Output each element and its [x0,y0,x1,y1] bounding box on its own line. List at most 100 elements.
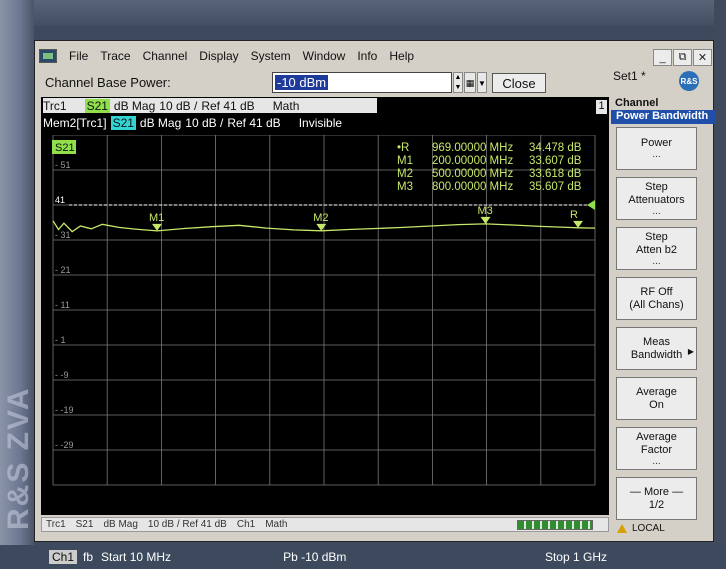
softkey-line2: Attenuators [628,193,685,206]
entry-label: Channel Base Power: [45,75,171,90]
softkey-button-6[interactable]: Average On [616,377,697,420]
trace-param-badge: S21 [84,98,110,113]
trace-scale: 10 dB / [159,98,198,113]
start-freq[interactable]: Start 10 MHz [101,550,171,564]
trace-display[interactable]: Trc1 S21 dB Mag 10 dB / Ref 41 dB Math M… [41,97,609,564]
marker-label-m3: M3 [478,205,493,217]
status-trace: Trc1 [46,519,66,530]
plot-grid [52,135,596,486]
trace-name: Mem2[Trc1] [43,115,107,130]
softkey-line2: Bandwidth [630,348,683,361]
marker-info-table: •R 969.00000 MHz 34.478 dB M1 200.00000 MHz 3… [397,142,582,193]
y-tick-label: - 11 [55,300,70,310]
channel-number-badge: 1 [596,100,607,114]
softkey-line2: (All Chans) [629,298,684,311]
status-format: dB Mag [103,519,138,530]
trace-mode: Math [272,98,300,113]
marker-info-freq: 969.00000 MHz [432,142,513,154]
active-trace-label: S21 [55,142,75,154]
softkey-line1: Step [645,180,668,193]
restore-button[interactable]: ⧉ [673,49,692,66]
close-entry-button[interactable]: Close [492,73,546,93]
softkey-dots: ... [652,255,661,267]
softkey-line1: — More — [629,485,684,498]
softkey-line1: Average [636,385,677,398]
dropdown-arrow-icon[interactable]: ▼ [477,72,487,93]
softkey-button-4[interactable]: RF Off (All Chans) [616,277,697,320]
softkey-header: Channel [615,97,659,109]
y-tick-label: - 51 [55,160,71,170]
softkey-line1: Average [636,430,677,443]
marker-triangle-m1 [152,223,163,231]
softkey-line1: Step [645,230,668,243]
y-tick-label: - 31 [55,230,71,240]
trace-ref: Ref 41 dB [227,115,281,130]
marker-triangle-m2 [316,223,327,231]
trace-list-item-mem2[interactable]: Mem2[Trc1] S21 dB Mag 10 dB / Ref 41 dB … [43,115,347,130]
bezel-left: R&S ZVA [0,0,35,545]
keypad-icon[interactable]: ▦ [464,72,476,93]
marker-info-freq: 200.00000 MHz [432,155,513,167]
menu-display[interactable]: Display [193,49,244,63]
reference-arrow-icon [587,200,595,210]
bezel-top [0,0,726,26]
rs-logo-icon: R&S [679,71,699,91]
status-param: S21 [75,519,94,530]
stop-freq[interactable]: Stop 1 GHz [545,550,607,564]
channel-badge[interactable]: Ch1 [49,550,78,564]
marker-info-name: M1 [397,155,413,167]
trace-param-badge: S21 [110,115,136,130]
softkey-button-5[interactable]: Meas Bandwidth ▶ [616,327,697,370]
fb-label: fb [83,550,94,564]
marker-triangle-r [573,220,584,228]
marker-info-name: M3 [397,181,413,193]
softkey-button-7[interactable]: Average Factor... [616,427,697,470]
menu-bar: File Trace Channel Display System Window… [35,47,610,65]
marker-info-name: •R [397,142,409,154]
softkey-line2: 1/2 [648,498,665,511]
spin-updown-icon[interactable]: ▲ ▼ [453,72,463,93]
menu-trace[interactable]: Trace [94,49,136,63]
y-tick-label: - -29 [55,440,74,450]
power-entry-field[interactable]: -10 dBm [272,72,452,93]
softkey-dots: ... [652,455,661,467]
marker-info-name: M2 [397,168,413,180]
softkey-button-1[interactable]: Power... [616,127,697,170]
y-tick-label: - 1 [55,335,66,345]
trace-name: Trc1 [43,98,67,113]
softkey-button-3[interactable]: Step Atten b2... [616,227,697,270]
app-icon[interactable] [39,49,57,63]
trace-list-item-trc1[interactable]: Trc1 S21 dB Mag 10 dB / Ref 41 dB Math [43,98,377,113]
menu-file[interactable]: File [63,49,94,63]
menu-help[interactable]: Help [383,49,420,63]
status-channel: Ch1 [236,519,256,530]
marker-label-r: R [570,209,578,221]
marker-triangle-m3 [480,216,491,224]
trace-format: dB Mag [139,115,182,130]
local-status: LOCAL [617,521,691,536]
softkey-button-8[interactable]: — More —1/2 [616,477,697,520]
softkey-button-2[interactable]: Step Attenuators... [616,177,697,220]
local-label: LOCAL [632,523,665,534]
menu-info[interactable]: Info [351,49,383,63]
softkey-line2: Factor [640,443,673,456]
warning-icon [617,524,627,533]
trace-plot[interactable]: - 5141- 31- 21- 11- 1- -9- -19- -29 M1 M2… [41,135,609,505]
close-window-button[interactable]: ✕ [693,49,712,66]
brand-logo: R&S ZVA [2,386,35,530]
menu-system[interactable]: System [245,49,297,63]
marker-info-value: 34.478 dB [529,142,582,154]
marker-label-m1: M1 [149,212,164,224]
softkey-line1: RF Off [640,285,673,298]
softkey-title: Power Bandwidth [611,110,715,124]
y-tick-label: 41 [55,195,65,205]
marker-info-value: 33.607 dB [529,155,582,167]
menu-channel[interactable]: Channel [137,49,194,63]
base-power[interactable]: Pb -10 dBm [283,550,346,564]
trace-mode: Invisible [298,115,343,130]
minimize-button[interactable]: _ [653,49,672,66]
trace-scale: 10 dB / [185,115,224,130]
y-tick-label: - 21 [55,265,71,275]
menu-window[interactable]: Window [297,49,352,63]
power-entry-value[interactable]: -10 dBm [275,75,329,90]
